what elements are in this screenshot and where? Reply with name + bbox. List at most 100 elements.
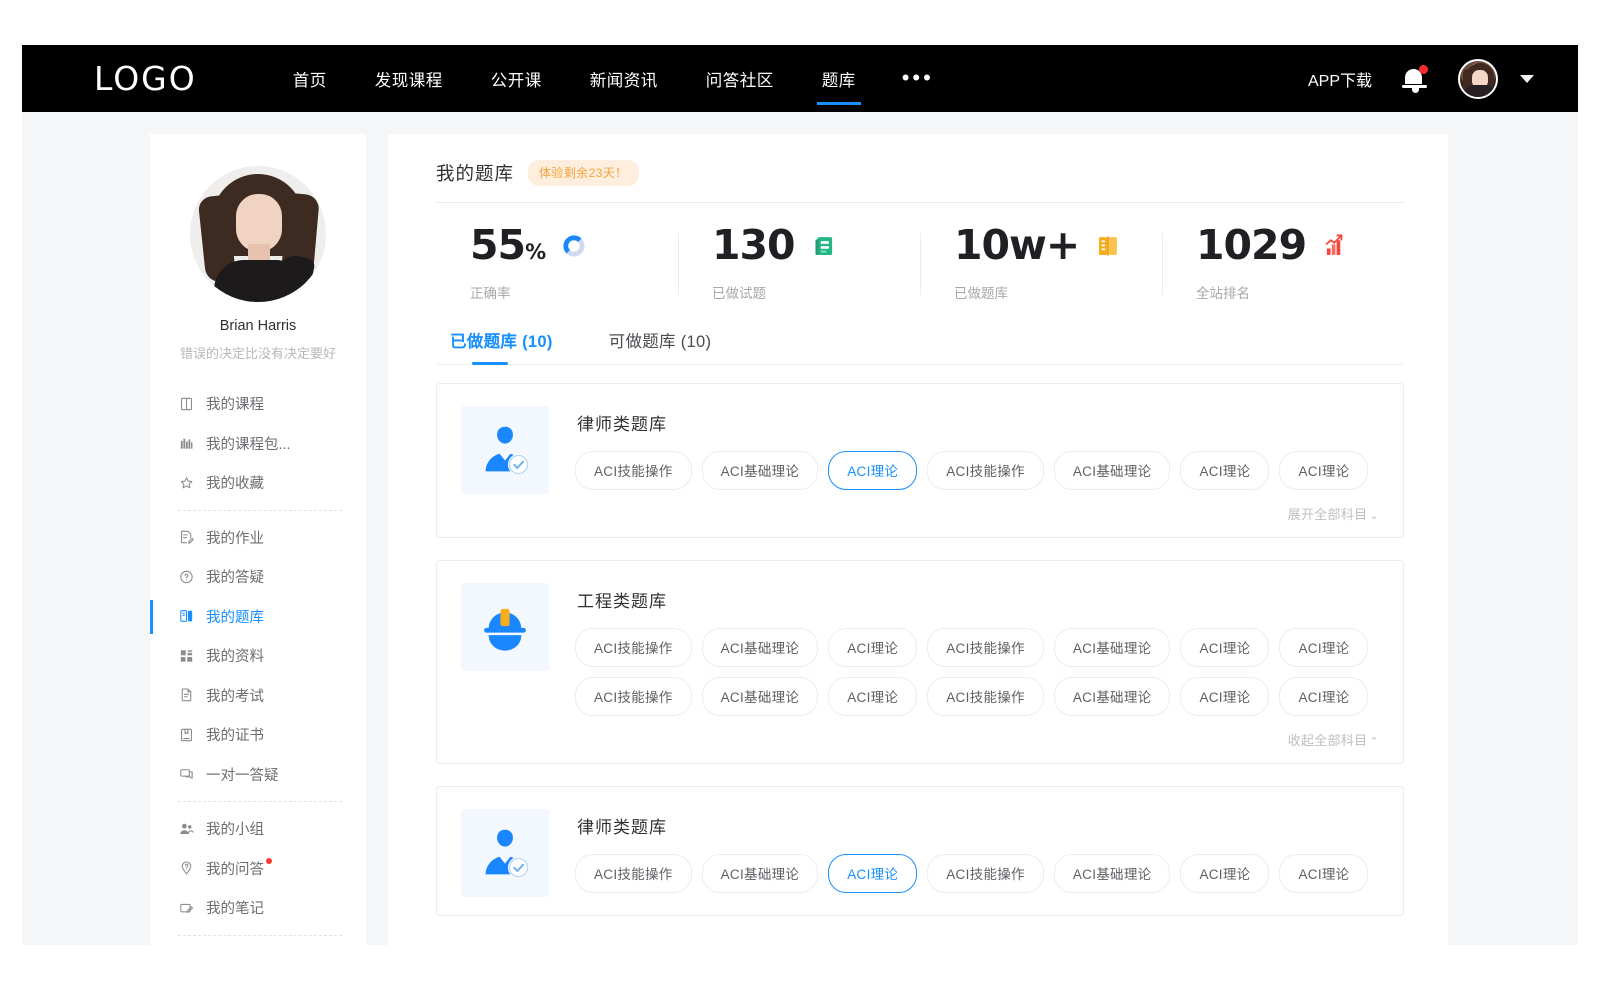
content-header: 我的题库 体验剩余23天！ — [436, 160, 1404, 203]
expand-subjects-label: 收起全部科目 — [1288, 733, 1368, 748]
subject-tag[interactable]: ACI理论 — [1180, 854, 1269, 893]
subject-tag[interactable]: ACI理论 — [1279, 628, 1368, 667]
subject-tag[interactable]: ACI技能操作 — [575, 628, 692, 667]
subject-tag-row: ACI技能操作ACI基础理论ACI理论ACI技能操作ACI基础理论ACI理论AC… — [575, 451, 1381, 490]
subject-tag[interactable]: ACI技能操作 — [575, 854, 692, 893]
subject-tag[interactable]: ACI技能操作 — [575, 677, 692, 716]
chevron-down-icon: ⌄ — [1369, 509, 1379, 522]
chat-icon — [178, 766, 195, 783]
sidebar-item-16[interactable]: 我的积分 — [150, 943, 366, 946]
sidebar-item-2[interactable]: 我的收藏 — [150, 463, 366, 503]
app-download-link[interactable]: APP下载 — [1308, 67, 1372, 91]
body-container: Brian Harris 错误的决定比没有决定要好 我的课程我的课程包...我的… — [22, 112, 1578, 945]
nav-item-3[interactable]: 公开课 — [467, 45, 566, 112]
donut-chart-icon — [561, 233, 587, 259]
stat-value: 55% — [470, 225, 545, 266]
sidebar-item-7[interactable]: 我的资料 — [150, 636, 366, 676]
notification-bell-icon[interactable] — [1402, 65, 1428, 93]
sidebar-item-4[interactable]: 我的作业 — [150, 518, 366, 558]
subject-tag[interactable]: ACI基础理论 — [702, 854, 819, 893]
qbank-icon — [178, 608, 195, 625]
subject-tag-selected[interactable]: ACI理论 — [828, 451, 917, 490]
page-title: 我的题库 — [436, 160, 514, 186]
sidebar-item-label: 我的资料 — [206, 645, 264, 666]
subject-tag[interactable]: ACI基础理论 — [1054, 628, 1171, 667]
sidebar-item-label: 我的证书 — [206, 724, 264, 745]
subject-tag[interactable]: ACI技能操作 — [927, 451, 1044, 490]
stat-number: 130 — [712, 221, 795, 269]
note-icon — [178, 899, 195, 916]
chevron-down-icon[interactable] — [1520, 75, 1534, 83]
nav-item-1[interactable]: 首页 — [269, 45, 351, 112]
sidebar-item-label: 我的课程包... — [206, 433, 291, 454]
subject-tag[interactable]: ACI理论 — [828, 677, 917, 716]
main-content-panel: 我的题库 体验剩余23天！ 55%正确率130已做试题10w+已做题库1029全… — [388, 134, 1448, 945]
sidebar-item-9[interactable]: 我的证书 — [150, 715, 366, 755]
nav-item-6[interactable]: 题库 — [798, 45, 880, 112]
subject-tag[interactable]: ACI技能操作 — [927, 677, 1044, 716]
subject-tag[interactable]: ACI技能操作 — [927, 854, 1044, 893]
open-book-icon — [1095, 233, 1121, 259]
subject-tag[interactable]: ACI技能操作 — [575, 451, 692, 490]
subject-tag[interactable]: ACI理论 — [1180, 677, 1269, 716]
subject-tag[interactable]: ACI理论 — [828, 628, 917, 667]
sidebar-item-0[interactable]: 我的课程 — [150, 384, 366, 424]
subject-tag[interactable]: ACI理论 — [1279, 677, 1368, 716]
subject-tag[interactable]: ACI基础理论 — [1054, 677, 1171, 716]
profile-avatar[interactable] — [190, 166, 326, 302]
top-navigation-bar: LOGO 首页发现课程公开课新闻资讯问答社区题库 ••• APP下载 — [22, 45, 1578, 112]
expand-subjects-link[interactable]: 收起全部科目⌃ — [575, 726, 1381, 751]
group-icon — [178, 820, 195, 837]
subject-tag[interactable]: ACI理论 — [1279, 854, 1368, 893]
tab-2[interactable]: 可做题库 (10) — [609, 328, 712, 365]
sidebar-item-6[interactable]: 我的题库 — [150, 597, 366, 637]
sidebar-item-label: 我的题库 — [206, 606, 264, 627]
nav-item-5[interactable]: 问答社区 — [682, 45, 798, 112]
tab-1[interactable]: 已做题库 (10) — [450, 328, 553, 365]
sidebar-item-8[interactable]: 我的考试 — [150, 676, 366, 716]
unread-dot — [266, 858, 272, 864]
subject-tag-row: ACI技能操作ACI基础理论ACI理论ACI技能操作ACI基础理论ACI理论AC… — [575, 854, 1381, 893]
subject-tag-selected[interactable]: ACI理论 — [828, 854, 917, 893]
app-shell: LOGO 首页发现课程公开课新闻资讯问答社区题库 ••• APP下载 — [22, 45, 1578, 945]
bookshelf-icon — [178, 435, 195, 452]
subject-tag[interactable]: ACI基础理论 — [1054, 854, 1171, 893]
nav-item-4[interactable]: 新闻资讯 — [566, 45, 682, 112]
sidebar-item-13[interactable]: 我的问答 — [150, 849, 366, 889]
sidebar-item-14[interactable]: 我的笔记 — [150, 888, 366, 928]
qa-pin-icon — [178, 860, 195, 877]
menu-divider — [178, 935, 342, 936]
avatar[interactable] — [1458, 59, 1498, 99]
subject-tag[interactable]: ACI理论 — [1279, 451, 1368, 490]
qbank-card: 律师类题库ACI技能操作ACI基础理论ACI理论ACI技能操作ACI基础理论AC… — [436, 786, 1404, 916]
sidebar-item-12[interactable]: 我的小组 — [150, 809, 366, 849]
site-logo[interactable]: LOGO — [94, 62, 197, 95]
nav-item-2[interactable]: 发现课程 — [351, 45, 467, 112]
subject-tag[interactable]: ACI基础理论 — [702, 451, 819, 490]
expand-subjects-link[interactable]: 展开全部科目⌄ — [575, 500, 1381, 525]
certificate-icon — [178, 726, 195, 743]
sidebar-item-label: 我的问答 — [206, 858, 264, 879]
sidebar-item-label: 我的考试 — [206, 685, 264, 706]
stat-card-3: 10w+已做题库 — [920, 225, 1162, 302]
stat-number: 10w+ — [954, 221, 1079, 269]
stat-value: 10w+ — [954, 225, 1079, 266]
subject-tag[interactable]: ACI基础理论 — [702, 628, 819, 667]
sidebar-item-10[interactable]: 一对一答疑 — [150, 755, 366, 795]
subject-tag[interactable]: ACI基础理论 — [702, 677, 819, 716]
nav-more-button[interactable]: ••• — [880, 45, 956, 112]
sidebar-item-5[interactable]: 我的答疑 — [150, 557, 366, 597]
subject-tag[interactable]: ACI理论 — [1180, 451, 1269, 490]
subject-tag-row: ACI技能操作ACI基础理论ACI理论ACI技能操作ACI基础理论ACI理论AC… — [575, 628, 1381, 667]
subject-tag[interactable]: ACI基础理论 — [1054, 451, 1171, 490]
subject-tag[interactable]: ACI理论 — [1180, 628, 1269, 667]
qbank-title: 律师类题库 — [577, 813, 1381, 838]
subject-tag[interactable]: ACI技能操作 — [927, 628, 1044, 667]
sidebar-menu: 我的课程我的课程包... 我的收藏我的作业我的答疑我的题库我的资料我的考试我的证书… — [150, 384, 366, 945]
list-book-icon — [811, 233, 837, 259]
page-root: LOGO 首页发现课程公开课新闻资讯问答社区题库 ••• APP下载 — [0, 0, 1600, 990]
stat-number: 1029 — [1196, 221, 1306, 269]
qbank-card: 律师类题库ACI技能操作ACI基础理论ACI理论ACI技能操作ACI基础理论AC… — [436, 383, 1404, 538]
stat-card-4: 1029全站排名 — [1162, 225, 1404, 302]
sidebar-item-1[interactable]: 我的课程包... — [150, 424, 366, 464]
